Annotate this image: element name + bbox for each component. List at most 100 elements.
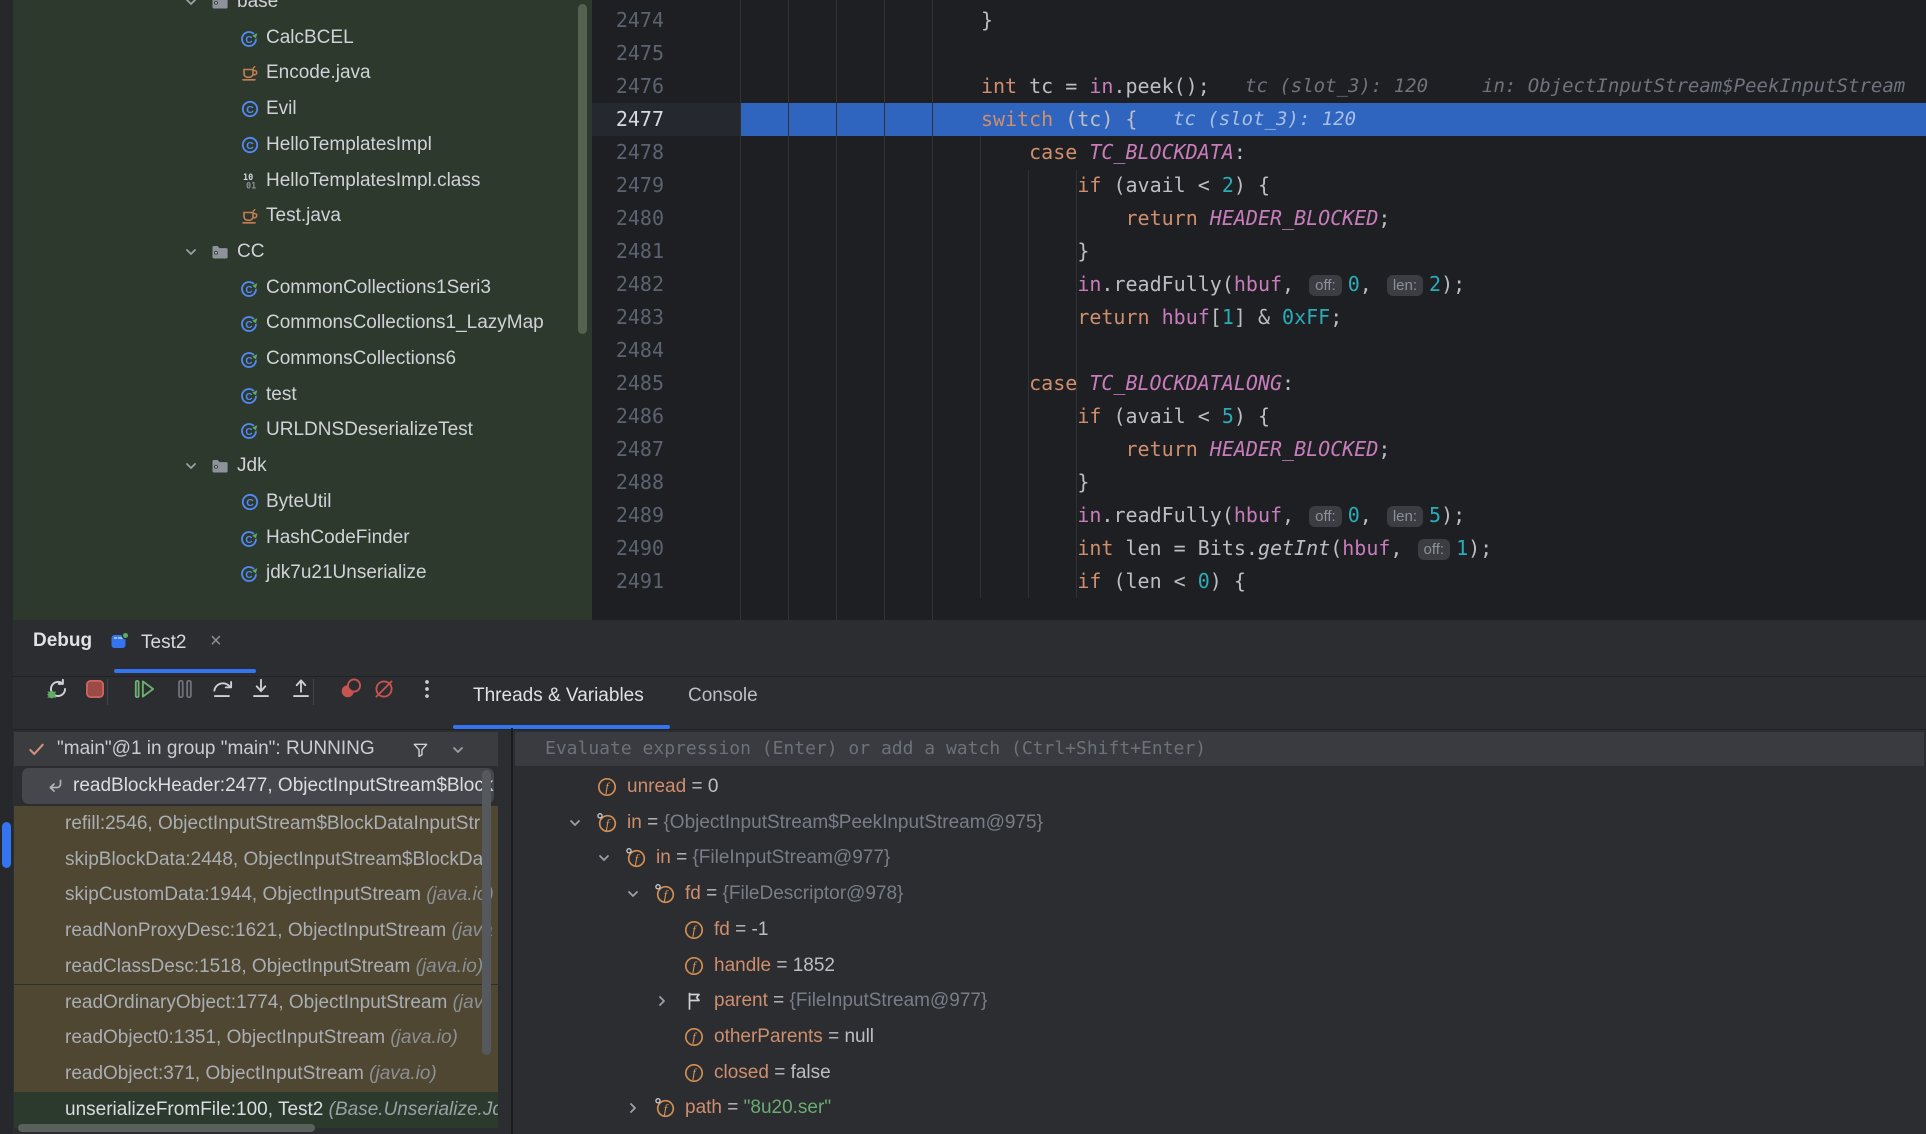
line-number[interactable]: 2474 (592, 4, 664, 37)
tree-item-hellotemplatesimpl-class[interactable]: 1001HelloTemplatesImpl.class (13, 163, 592, 199)
tree-item-jdk[interactable]: Jdk (13, 448, 592, 484)
line-number[interactable]: 2488 (592, 466, 664, 499)
filter-icon[interactable] (411, 740, 430, 759)
frame-row[interactable]: readClassDesc:1518, ObjectInputStream (j… (14, 949, 498, 985)
chevron-right-icon[interactable] (625, 1100, 641, 1116)
frames-scrollbar-vertical[interactable] (482, 770, 491, 1055)
frame-row[interactable]: readObject0:1351, ObjectInputStream (jav… (14, 1020, 498, 1056)
tree-item-byteutil[interactable]: CByteUtil (13, 484, 592, 520)
variable-row-otherParents[interactable]: fotherParents = null (513, 1019, 1926, 1055)
chevron-down-icon[interactable] (183, 0, 199, 10)
line-number[interactable]: 2485 (592, 367, 664, 400)
frame-label: refill:2546, ObjectInputStream$BlockData… (65, 813, 480, 835)
resume-button[interactable] (132, 676, 160, 704)
line-number[interactable]: 2487 (592, 433, 664, 466)
toolbar-separator (107, 679, 108, 705)
debug-tool-window-stripe-button[interactable] (2, 822, 11, 868)
variable-row[interactable]: f (513, 1126, 1926, 1134)
tree-item-commonscollections6[interactable]: CCommonsCollections6 (13, 341, 592, 377)
chevron-down-icon[interactable] (567, 815, 583, 831)
frames-scrollbar-horizontal[interactable] (18, 1124, 315, 1132)
stop-button[interactable] (82, 676, 110, 704)
variable-row-in[interactable]: fin = {FileInputStream@977} (513, 840, 1926, 876)
frame-row[interactable]: skipCustomData:1944, ObjectInputStream (… (14, 877, 498, 913)
frame-row[interactable]: refill:2546, ObjectInputStream$BlockData… (14, 806, 498, 842)
line-number[interactable]: 2484 (592, 334, 664, 367)
more-options-button[interactable] (414, 676, 442, 704)
tree-item-test[interactable]: Ctest (13, 377, 592, 413)
chevron-down-icon[interactable] (596, 850, 612, 866)
step-over-button[interactable] (210, 676, 238, 704)
line-number[interactable]: 2477 (592, 103, 664, 136)
variable-row-closed[interactable]: fclosed = false (513, 1055, 1926, 1091)
variable-name: fd (685, 883, 701, 904)
chevron-down-icon[interactable] (183, 458, 199, 474)
view-breakpoints-button[interactable] (338, 676, 366, 704)
tree-item-calcbcel[interactable]: CCalcBCEL (13, 20, 592, 56)
variable-text: otherParents = null (714, 1026, 874, 1048)
tree-item-cc[interactable]: CC (13, 234, 592, 270)
frame-row[interactable]: readOrdinaryObject:1774, ObjectInputStre… (14, 985, 498, 1021)
line-number[interactable]: 2478 (592, 136, 664, 169)
tree-item-test-java[interactable]: Test.java (13, 198, 592, 234)
frame-row[interactable]: readNonProxyDesc:1621, ObjectInputStream… (14, 913, 498, 949)
line-number[interactable]: 2480 (592, 202, 664, 235)
tree-item-hellotemplatesimpl[interactable]: CHelloTemplatesImpl (13, 127, 592, 163)
frame-row-selected[interactable]: readBlockHeader:2477, ObjectInputStream$… (22, 768, 494, 804)
line-number[interactable]: 2482 (592, 268, 664, 301)
line-number[interactable]: 2475 (592, 37, 664, 70)
code-token: .readFully( (1101, 503, 1233, 527)
chevron-down-icon[interactable] (183, 244, 199, 260)
line-number[interactable]: 2490 (592, 532, 664, 565)
code-token: tc = (1017, 74, 1089, 98)
tree-item-hashcodefinder[interactable]: CHashCodeFinder (13, 520, 592, 556)
rerun-debug-button[interactable] (45, 676, 73, 704)
evaluate-expression-input[interactable]: Evaluate expression (Enter) or add a wat… (515, 732, 1924, 766)
tree-item-jdk7u21unserialize[interactable]: Cjdk7u21Unserialize (13, 555, 592, 591)
code-editor[interactable]: 2474247524762477247824792480248124822483… (592, 0, 1926, 620)
variable-row-path[interactable]: fpath = "8u20.ser" (513, 1090, 1926, 1126)
tree-item-urldnsdeserializetest[interactable]: CURLDNSDeserializeTest (13, 412, 592, 448)
variable-row-unread[interactable]: funread = 0 (513, 769, 1926, 805)
chevron-down-icon[interactable] (450, 742, 466, 758)
step-into-button[interactable] (248, 676, 276, 704)
frame-row[interactable]: unserializeFromFile:100, Test2 (Base.Uns… (14, 1092, 498, 1128)
equals: = (686, 776, 708, 797)
code-token: (len < (1101, 569, 1197, 593)
pause-button[interactable] (172, 676, 200, 704)
tree-item-commoncollections1seri3[interactable]: CCommonCollections1Seri3 (13, 270, 592, 306)
tab-threads-variables[interactable]: Threads & Variables (473, 685, 644, 707)
tree-item-base[interactable]: base (13, 0, 592, 20)
variable-row-fd[interactable]: ffd = -1 (513, 912, 1926, 948)
session-tab-test2[interactable]: Test2 × (108, 622, 268, 676)
variable-row-handle[interactable]: fhandle = 1852 (513, 948, 1926, 984)
line-number[interactable]: 2483 (592, 301, 664, 334)
flag-icon (683, 990, 705, 1012)
line-number[interactable]: 2476 (592, 70, 664, 103)
variable-row-in[interactable]: fin = {ObjectInputStream$PeekInputStream… (513, 805, 1926, 841)
debug-panel-title: Debug (33, 630, 92, 652)
tree-item-commonscollections1-lazymap[interactable]: CCommonsCollections1_LazyMap (13, 305, 592, 341)
thread-label: "main"@1 in group "main": RUNNING (57, 738, 375, 760)
mute-breakpoints-button[interactable] (371, 676, 399, 704)
step-out-button[interactable] (288, 676, 316, 704)
thread-selector[interactable]: "main"@1 in group "main": RUNNING (14, 732, 498, 766)
variable-row-parent[interactable]: parent = {FileInputStream@977} (513, 983, 1926, 1019)
line-number[interactable]: 2491 (592, 565, 664, 598)
tab-console[interactable]: Console (688, 685, 758, 707)
chevron-right-icon[interactable] (654, 993, 670, 1009)
frame-row[interactable]: readObject:371, ObjectInputStream (java.… (14, 1056, 498, 1092)
project-tree-scrollbar[interactable] (578, 4, 587, 334)
line-number[interactable]: 2479 (592, 169, 664, 202)
editor-line: case TC_BLOCKDATA: (740, 136, 1246, 169)
tree-item-encode-java[interactable]: Encode.java (13, 55, 592, 91)
variable-row-fd[interactable]: ffd = {FileDescriptor@978} (513, 876, 1926, 912)
line-number[interactable]: 2486 (592, 400, 664, 433)
frame-row[interactable]: skipBlockData:2448, ObjectInputStream$Bl… (14, 842, 498, 878)
close-icon[interactable]: × (210, 630, 222, 652)
chevron-down-icon[interactable] (625, 886, 641, 902)
line-number[interactable]: 2481 (592, 235, 664, 268)
line-number[interactable]: 2489 (592, 499, 664, 532)
frame-main: skipBlockData:2448, ObjectInputStream$Bl… (65, 849, 489, 870)
tree-item-evil[interactable]: CEvil (13, 91, 592, 127)
